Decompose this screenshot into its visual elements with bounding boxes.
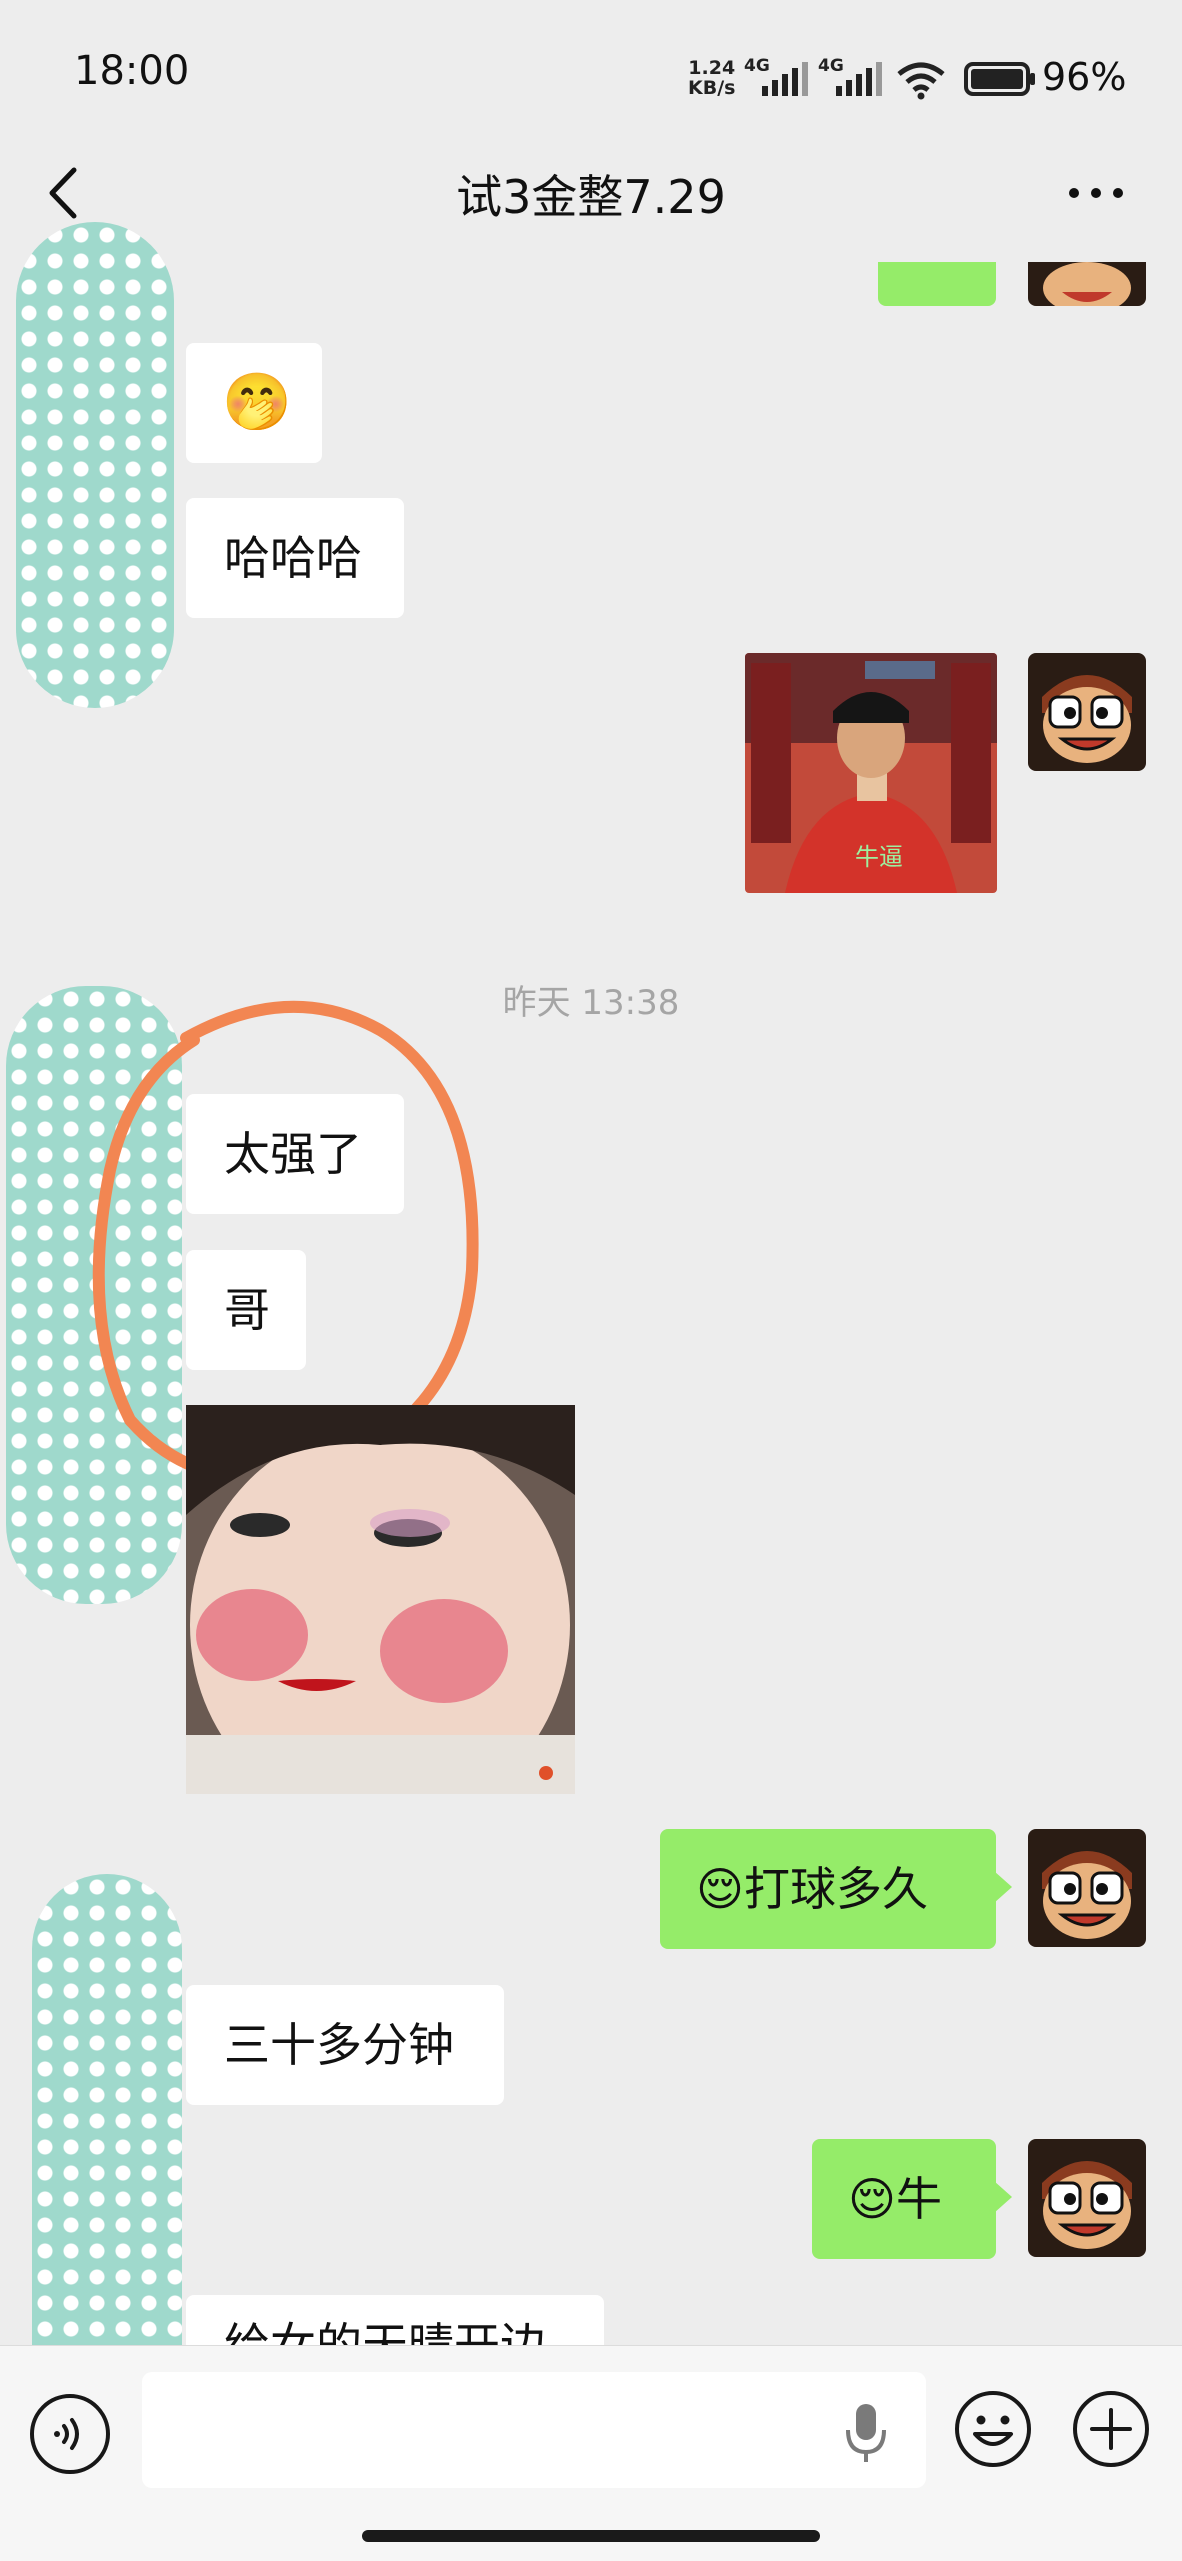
my-avatar-3[interactable] bbox=[1028, 1829, 1146, 1947]
received-bubble-partial[interactable]: 给女的天晴开边 bbox=[186, 2295, 604, 2345]
message-input[interactable] bbox=[142, 2372, 926, 2488]
sent-text-daqiu: 打球多久 bbox=[743, 1862, 928, 1916]
image-baby-face bbox=[186, 1405, 575, 1794]
voice-toggle-button[interactable] bbox=[30, 2394, 110, 2474]
smirk-emoji-icon: 😌 bbox=[848, 2172, 896, 2226]
avatar-cartoon-icon bbox=[1028, 2139, 1146, 2257]
sent-image-meme[interactable]: 牛逼 bbox=[745, 653, 997, 893]
avatar-cartoon-icon bbox=[1028, 262, 1146, 306]
my-avatar[interactable] bbox=[1028, 262, 1146, 306]
sent-text-niu: 牛 bbox=[895, 2172, 942, 2226]
emoji-icon bbox=[955, 2391, 1031, 2467]
sender-avatar[interactable] bbox=[16, 222, 174, 708]
sent-bubble-daqiu[interactable]: 😌打球多久 bbox=[660, 1829, 1012, 1949]
more-options-button[interactable] bbox=[1060, 168, 1132, 218]
wifi-icon bbox=[897, 62, 945, 100]
received-image-baby[interactable] bbox=[186, 1405, 575, 1794]
network-speed-unit: KB/s bbox=[688, 77, 736, 99]
signal-bars-icon-2 bbox=[836, 62, 882, 96]
microphone-icon bbox=[846, 2404, 886, 2462]
emoji-button[interactable] bbox=[952, 2388, 1034, 2470]
svg-text:牛逼: 牛逼 bbox=[855, 843, 903, 871]
network-speed-value: 1.24 bbox=[688, 57, 736, 79]
received-text-partial: 给女的天晴开边 bbox=[186, 2295, 604, 2345]
received-bubble-emoji[interactable]: 🤭 bbox=[186, 343, 322, 463]
received-bubble-sanshi[interactable]: 三十多分钟 bbox=[186, 1985, 504, 2105]
network-speed: 1.24 KB/s bbox=[688, 58, 735, 98]
sent-bubble-partial[interactable] bbox=[878, 262, 996, 306]
signal-bars-icon bbox=[762, 62, 808, 96]
sender-avatar-3[interactable] bbox=[32, 1874, 182, 2422]
voice-toggle-icon bbox=[54, 2418, 79, 2450]
battery-percent: 96% bbox=[1042, 55, 1127, 99]
plus-icon bbox=[1073, 2391, 1149, 2467]
more-actions-button[interactable] bbox=[1070, 2388, 1152, 2470]
sent-bubble-niu[interactable]: 😌牛 bbox=[812, 2139, 1012, 2259]
status-time: 18:00 bbox=[74, 48, 190, 94]
more-dots-icon bbox=[1069, 188, 1123, 198]
my-avatar-4[interactable] bbox=[1028, 2139, 1146, 2257]
home-indicator[interactable] bbox=[362, 2530, 820, 2542]
my-avatar-2[interactable] bbox=[1028, 653, 1146, 771]
chat-title: 试3金整7.29 bbox=[456, 170, 726, 224]
image-man-in-red-robe: 牛逼 bbox=[745, 653, 997, 893]
back-button[interactable] bbox=[36, 158, 92, 228]
received-bubble-hahaha[interactable]: 哈哈哈 bbox=[186, 498, 404, 618]
smirk-emoji-icon: 😌 bbox=[696, 1862, 744, 1916]
battery-icon bbox=[964, 62, 1035, 96]
avatar-cartoon-icon bbox=[1028, 653, 1146, 771]
avatar-cartoon-icon bbox=[1028, 1829, 1146, 1947]
chevron-left-icon bbox=[49, 167, 77, 219]
microphone-button[interactable] bbox=[842, 2398, 890, 2468]
